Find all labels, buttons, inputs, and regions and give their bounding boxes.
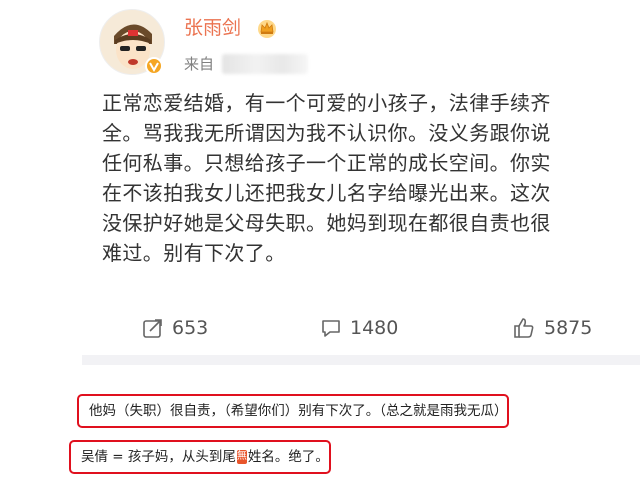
like-button[interactable]: 5875: [512, 306, 592, 350]
verified-badge-icon: [145, 57, 163, 75]
action-bar: 653 1480 5875: [82, 306, 640, 350]
no-emoji-icon: 無: [236, 450, 247, 464]
like-icon: [514, 318, 534, 338]
crown-icon[interactable]: [256, 17, 278, 39]
caption-box-1: 他妈（失职）很自责，（希望你们）别有下次了。（总之就是雨我无瓜）: [77, 394, 509, 428]
post-source-label: 来自: [184, 55, 215, 73]
caption-text-2b: 姓名。绝了。: [247, 449, 329, 465]
like-count: 5875: [544, 317, 593, 339]
caption-text-1: 他妈（失职）很自责，（希望你们）别有下次了。（总之就是雨我无瓜）: [89, 403, 508, 419]
blurred-source-client: [222, 54, 308, 74]
comment-count: 1480: [350, 317, 399, 339]
comment-button[interactable]: 1480: [320, 306, 398, 350]
caption-box-2: 吴倩 = 孩子妈，从头到尾無姓名。绝了。: [69, 440, 331, 474]
comment-icon: [322, 320, 340, 337]
caption-text-2a: 吴倩 = 孩子妈，从头到尾: [81, 449, 236, 465]
repost-count: 653: [172, 317, 209, 339]
username[interactable]: 张雨剑: [184, 16, 241, 40]
divider: [82, 355, 640, 365]
post-content: 正常恋爱结婚，有一个可爱的小孩子，法律手续齐 全。骂我我无所谓因为我不认识你。没…: [102, 91, 551, 265]
repost-button[interactable]: 653: [142, 306, 208, 350]
repost-icon: [143, 319, 162, 338]
